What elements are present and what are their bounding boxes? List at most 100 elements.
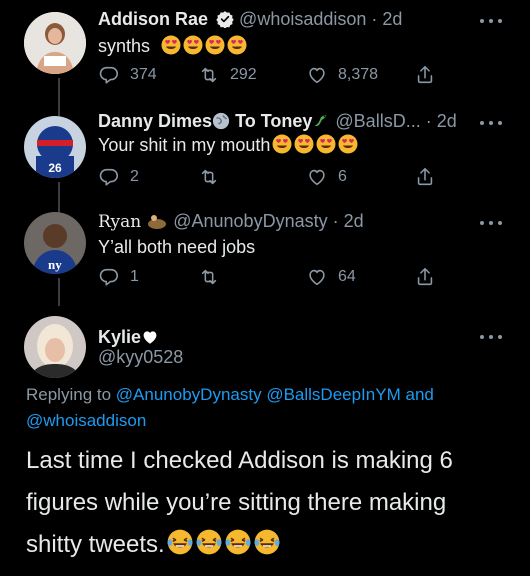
handle[interactable]: @kyy0528 [98, 347, 183, 367]
like-button[interactable]: 64 [306, 266, 356, 288]
display-name[interactable]: Danny Dimes [98, 111, 212, 131]
avatar-photo: ny [24, 212, 86, 274]
timestamp[interactable]: · 2d [333, 211, 364, 231]
share-button[interactable] [414, 166, 436, 188]
like-count: 8,378 [338, 66, 379, 83]
reply-icon [98, 166, 120, 188]
more-options-icon[interactable] [480, 120, 502, 126]
avatar[interactable]: 26 [24, 116, 86, 178]
tweet-text: Y’all both need jobs [98, 236, 255, 258]
share-button[interactable] [414, 266, 436, 288]
laughing-tears-emoji-icon [196, 529, 222, 555]
heart-eyes-emoji-icon [272, 134, 292, 154]
more-options-icon[interactable] [480, 18, 502, 24]
reply-handle-link[interactable]: @BallsDeepInYM [266, 385, 400, 404]
thread-line [58, 112, 60, 114]
tweet-text-content: Y’all both need jobs [98, 237, 256, 257]
thread-line [58, 278, 60, 306]
retweet-icon [198, 64, 220, 86]
reply-handle-link[interactable]: @AnunobyDynasty [116, 385, 262, 404]
reply-count: 1 [130, 268, 139, 285]
heart-eyes-emoji-icon [338, 134, 358, 154]
like-button[interactable]: 8,378 [306, 64, 378, 86]
retweet-button[interactable] [198, 266, 230, 288]
avatar[interactable] [24, 316, 86, 378]
share-button[interactable] [414, 64, 436, 86]
heart-eyes-emoji-icon [316, 134, 336, 154]
heart-eyes-emoji-icon [227, 35, 247, 55]
reply-button[interactable]: 1 [98, 266, 139, 288]
display-name[interactable]: Kylie [98, 327, 141, 347]
like-icon [306, 166, 328, 188]
tweet-kylie-main[interactable]: Kylie @kyy0528 Replying to @AnunobyDynas… [0, 306, 530, 576]
reply-button[interactable]: 2 [98, 166, 139, 188]
display-name-part[interactable]: To Toney [235, 111, 312, 131]
avatar-photo [24, 12, 86, 74]
heart-eyes-emoji-icon [183, 35, 203, 55]
share-icon [414, 266, 436, 288]
timestamp[interactable]: · 2d [371, 9, 402, 29]
tweet-actions: 2 6 [98, 166, 438, 190]
handle-line: @kyy0528 [98, 346, 183, 368]
retweet-count: 292 [230, 66, 257, 83]
retweet-button[interactable] [198, 166, 230, 188]
display-name[interactable]: Ryan [98, 212, 141, 232]
tweet-ryan[interactable]: ny Ryan @AnunobyDynasty · 2d Y’all both … [0, 206, 530, 306]
avatar-photo [24, 316, 86, 378]
svg-text:26: 26 [48, 161, 62, 175]
laughing-tears-emoji-icon [225, 529, 251, 555]
like-icon [306, 266, 328, 288]
replying-to: Replying to @AnunobyDynasty @BallsDeepIn… [26, 382, 506, 434]
main-tweet-line: figures while you’re sitting there makin… [26, 489, 447, 516]
retweet-button[interactable]: 292 [198, 64, 257, 86]
heart-eyes-emoji-icon [161, 35, 181, 55]
handle[interactable]: @BallsD... [335, 111, 420, 131]
laughing-tears-emoji-icon [167, 529, 193, 555]
globe-emoji-icon [212, 112, 230, 135]
tweet-text: synths [98, 35, 247, 57]
tweet-header: Danny Dimes To Toney @BallsD... · 2d [98, 110, 457, 135]
svg-text:ny: ny [48, 257, 62, 272]
heart-eyes-emoji-icon [205, 35, 225, 55]
avatar[interactable]: ny [24, 212, 86, 274]
main-tweet-line-last: shitty tweets. [26, 524, 516, 566]
lizard-emoji-icon [312, 112, 330, 135]
reply-handle-link[interactable]: @whoisaddison [26, 411, 146, 430]
tweet-header: Ryan @AnunobyDynasty · 2d [98, 210, 364, 235]
tweet-text-content: Your shit in my mouth [98, 135, 271, 155]
main-tweet-text: Last time I checked Addison is making 6 … [26, 440, 516, 566]
main-tweet-line: shitty tweets. [26, 531, 165, 558]
replying-to-prefix: Replying to [26, 385, 112, 404]
reply-count: 2 [130, 168, 139, 185]
tweet-header: Addison Rae @whoisaddison · 2d [98, 8, 402, 30]
timestamp[interactable]: · 2d [426, 111, 457, 131]
more-options-icon[interactable] [480, 220, 502, 226]
like-count: 64 [338, 268, 356, 285]
thread-line [58, 78, 60, 116]
tweet-danny[interactable]: 26 Danny Dimes To Toney @BallsD... · 2d … [0, 110, 530, 218]
heart-eyes-emoji-icon [294, 134, 314, 154]
share-icon [414, 64, 436, 86]
person-emoji-icon [146, 212, 168, 235]
more-options-icon[interactable] [480, 334, 502, 340]
display-name[interactable]: Addison Rae [98, 9, 208, 29]
laughing-tears-emoji-icon [254, 529, 280, 555]
retweet-icon [198, 266, 220, 288]
handle[interactable]: @whoisaddison [239, 9, 366, 29]
reply-and[interactable]: and [405, 385, 433, 404]
share-icon [414, 166, 436, 188]
tweet-actions: 374 292 8,378 [98, 64, 438, 88]
avatar[interactable] [24, 12, 86, 74]
main-tweet-line: Last time I checked Addison is making 6 [26, 447, 453, 474]
like-count: 6 [338, 168, 347, 185]
tweet-addison[interactable]: Addison Rae @whoisaddison · 2d synths 37… [0, 0, 530, 116]
verified-badge-icon [216, 10, 234, 29]
reply-button[interactable]: 374 [98, 64, 157, 86]
avatar-photo: 26 [24, 116, 86, 178]
like-button[interactable]: 6 [306, 166, 347, 188]
tweet-actions: 1 64 [98, 266, 438, 290]
handle[interactable]: @AnunobyDynasty [173, 211, 327, 231]
reply-icon [98, 266, 120, 288]
tweet-text-content: synths [98, 36, 151, 56]
tweet-text: Your shit in my mouth [98, 134, 358, 156]
